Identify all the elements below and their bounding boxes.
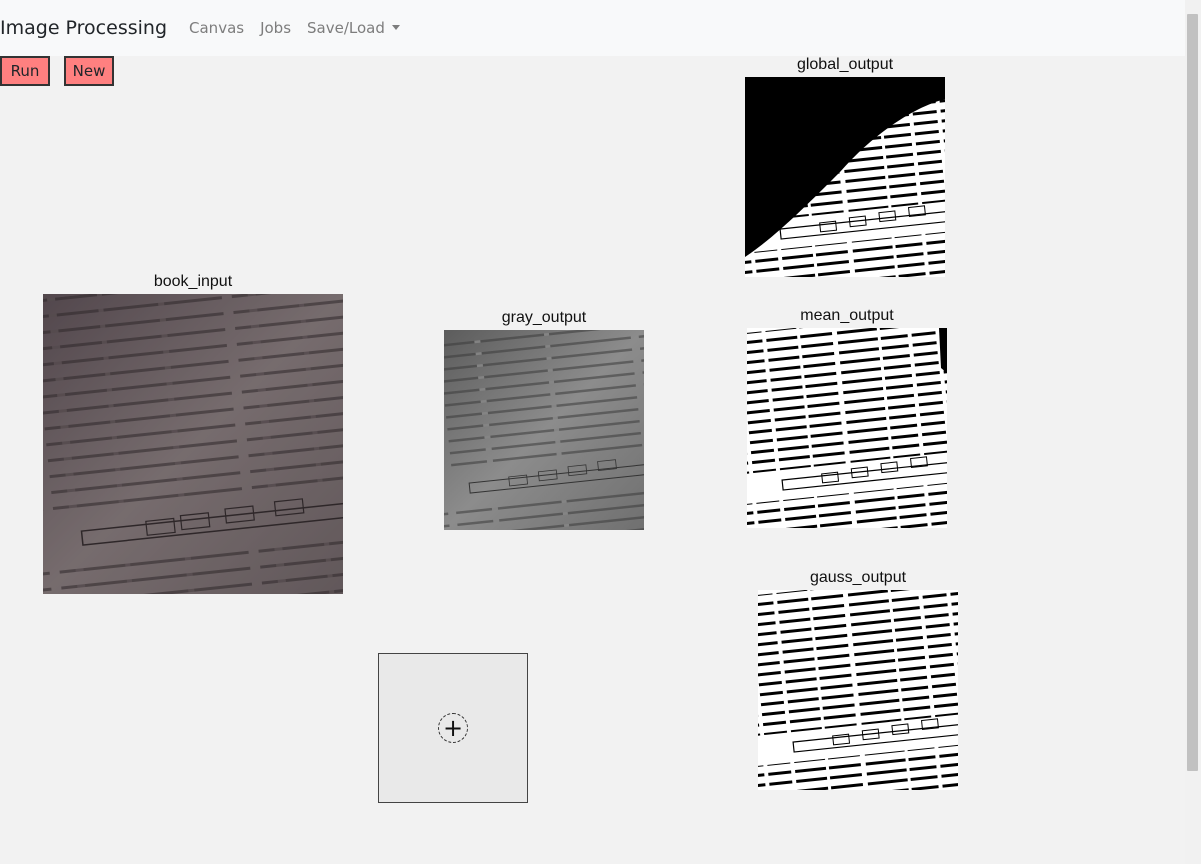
node-label-mean-output: mean_output (800, 307, 894, 324)
run-button[interactable]: Run (0, 56, 50, 86)
vertical-scrollbar[interactable] (1185, 0, 1201, 864)
gray-output-picture (444, 330, 644, 530)
book-input-picture (43, 294, 343, 594)
node-label-book-input: book_input (153, 273, 233, 290)
navbar: Image Processing Canvas Jobs Save/Load (0, 0, 1185, 56)
nav-link-canvas[interactable]: Canvas (189, 19, 244, 37)
add-node-box[interactable]: + (378, 653, 528, 803)
node-label-global-output: global_output (796, 56, 894, 73)
mean-output-image[interactable] (747, 328, 947, 528)
save-load-label: Save/Load (307, 19, 385, 37)
save-load-dropdown[interactable]: Save/Load (307, 19, 400, 37)
scrollbar-thumb[interactable] (1187, 14, 1198, 771)
plus-icon[interactable]: + (438, 713, 468, 743)
gray-output-image[interactable] (444, 330, 644, 530)
book-input-image[interactable] (43, 294, 343, 594)
mean-output-picture (747, 328, 947, 528)
new-button[interactable]: New (64, 56, 114, 86)
chevron-down-icon (391, 25, 400, 30)
global-output-picture (745, 77, 945, 277)
global-output-image[interactable] (745, 77, 945, 277)
gauss-output-image[interactable] (758, 590, 958, 790)
app-brand[interactable]: Image Processing (0, 17, 167, 39)
gauss-output-picture (758, 590, 958, 790)
node-label-gray-output: gray_output (501, 309, 587, 326)
node-label-gauss-output: gauss_output (809, 569, 907, 586)
nav-link-jobs[interactable]: Jobs (260, 19, 291, 37)
